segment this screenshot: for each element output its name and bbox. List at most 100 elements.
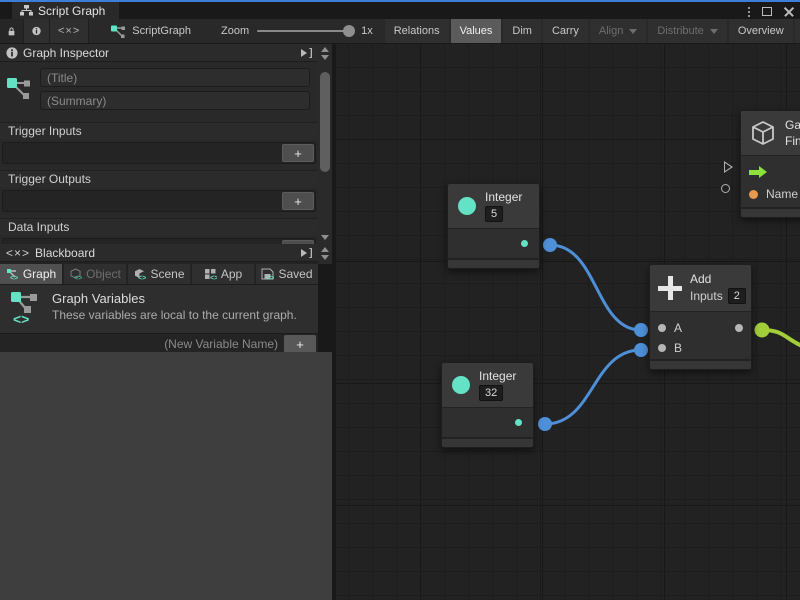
lock-icon bbox=[8, 25, 15, 38]
scrollbar-thumb[interactable] bbox=[320, 72, 330, 172]
scroll-down-icon[interactable] bbox=[321, 55, 329, 60]
distribute-dropdown[interactable]: Distribute bbox=[648, 19, 726, 43]
blackboard-empty-area bbox=[0, 352, 332, 600]
fullscreen-button[interactable]: Full Screen bbox=[795, 19, 800, 43]
unity-script-graph-window: Script Graph <×> bbox=[0, 0, 800, 600]
close-icon[interactable] bbox=[784, 7, 794, 17]
graph-canvas[interactable]: Integer 5 Integer 32 bbox=[336, 44, 800, 600]
lock-button[interactable] bbox=[0, 19, 24, 43]
summary-input[interactable]: (Summary) bbox=[40, 91, 310, 110]
add-variable-button[interactable]: + bbox=[284, 335, 316, 353]
window-tabbar: Script Graph bbox=[0, 2, 800, 19]
node-title: Integer bbox=[479, 369, 516, 383]
zoom-value: 1x bbox=[361, 25, 373, 37]
align-dropdown[interactable]: Align bbox=[590, 19, 646, 43]
new-variable-input[interactable]: (New Variable Name) bbox=[164, 337, 278, 351]
node-body: Name bbox=[741, 155, 800, 207]
chevron-down-icon bbox=[710, 29, 718, 34]
node-title: Integer bbox=[485, 190, 522, 204]
tab-object[interactable]: <> Object bbox=[64, 264, 126, 284]
trigger-input-arrow-icon[interactable] bbox=[749, 166, 769, 178]
integer-value-input[interactable]: 5 bbox=[485, 206, 503, 222]
object-tab-icon: <> bbox=[69, 268, 82, 280]
node-integer-5[interactable]: Integer 5 bbox=[447, 183, 540, 269]
trigger-outputs-label: Trigger Outputs bbox=[0, 170, 318, 187]
graph-tab-icon: <> bbox=[6, 268, 19, 280]
svg-text:<>: <> bbox=[10, 275, 18, 280]
graph-name-label: ScriptGraph bbox=[132, 25, 191, 37]
graph-hierarchy-icon bbox=[20, 5, 33, 16]
scroll-down-icon[interactable] bbox=[321, 255, 329, 260]
tab-app[interactable]: <> App bbox=[192, 264, 254, 284]
add-trigger-output-button[interactable]: + bbox=[282, 192, 314, 210]
node-footer bbox=[741, 207, 800, 217]
scroll-down-icon[interactable] bbox=[321, 235, 329, 240]
blackboard-panel: <×> Blackboard <> Graph <> Object bbox=[0, 244, 318, 354]
info-button[interactable] bbox=[24, 19, 50, 43]
wire-int32-to-add-b[interactable] bbox=[545, 350, 641, 424]
app-tab-icon: <> bbox=[204, 268, 217, 280]
inputs-count-input[interactable]: 2 bbox=[728, 288, 746, 304]
graph-variables-description: These variables are local to the current… bbox=[52, 308, 297, 322]
sidebar-panels: Graph Inspector (Title) (Summary) Trigge… bbox=[0, 44, 318, 600]
wire-endpoint bbox=[538, 417, 552, 431]
node-header: Game Object Find bbox=[741, 111, 800, 155]
overview-button[interactable]: Overview bbox=[729, 19, 793, 43]
tab-script-graph[interactable]: Script Graph bbox=[12, 2, 119, 19]
integer-value-input[interactable]: 32 bbox=[479, 385, 503, 401]
tab-graph[interactable]: <> Graph bbox=[0, 264, 62, 284]
info-icon bbox=[6, 47, 18, 59]
graph-variables-icon: <> bbox=[10, 291, 40, 325]
node-add[interactable]: Add Inputs 2 A B bbox=[649, 264, 752, 370]
wire-int5-to-add-a[interactable] bbox=[550, 245, 641, 330]
zoom-slider[interactable] bbox=[257, 30, 353, 32]
scroll-up-icon[interactable] bbox=[321, 47, 329, 52]
title-input[interactable]: (Title) bbox=[40, 68, 310, 87]
tab-saved[interactable]: <> Saved bbox=[256, 264, 318, 284]
tab-scene[interactable]: <> Scene bbox=[128, 264, 190, 284]
input-port-b[interactable] bbox=[658, 344, 666, 352]
port-name-label: Name bbox=[766, 187, 798, 201]
svg-text:<>: <> bbox=[13, 311, 29, 325]
output-port[interactable] bbox=[515, 419, 522, 426]
relations-button[interactable]: Relations bbox=[385, 19, 449, 43]
dim-button[interactable]: Dim bbox=[503, 19, 541, 43]
data-port-outline-icon[interactable] bbox=[721, 184, 730, 193]
node-gameobject-find[interactable]: Game Object Find Name bbox=[740, 110, 800, 218]
trigger-port-outline-icon[interactable] bbox=[724, 161, 733, 173]
zoom-slider-handle[interactable] bbox=[343, 25, 355, 37]
popout-icon[interactable] bbox=[300, 248, 312, 258]
blackboard-scrollbar[interactable] bbox=[318, 244, 332, 264]
integer-type-icon bbox=[458, 197, 476, 215]
name-input-port[interactable] bbox=[749, 190, 758, 199]
trigger-inputs-list: + bbox=[2, 142, 316, 164]
carry-button[interactable]: Carry bbox=[543, 19, 588, 43]
graph-variables-title: Graph Variables bbox=[52, 291, 297, 306]
trigger-outputs-list: + bbox=[2, 190, 316, 212]
info-icon bbox=[32, 24, 41, 38]
svg-text:<>: <> bbox=[138, 275, 146, 280]
scroll-up-icon[interactable] bbox=[321, 247, 329, 252]
code-icon: <×> bbox=[6, 246, 30, 260]
wire-endpoint bbox=[543, 238, 557, 252]
node-header: Add Inputs 2 bbox=[650, 265, 751, 311]
graph-name: ScriptGraph bbox=[101, 19, 201, 43]
node-title: Game Object bbox=[785, 118, 800, 132]
popout-icon[interactable] bbox=[300, 48, 312, 58]
input-port-a[interactable] bbox=[658, 324, 666, 332]
port-b-label: B bbox=[674, 341, 682, 355]
node-integer-32[interactable]: Integer 32 bbox=[441, 362, 534, 448]
values-button[interactable]: Values bbox=[451, 19, 502, 43]
window-menu-icon[interactable] bbox=[748, 7, 750, 17]
gameobject-cube-icon bbox=[749, 119, 777, 147]
maximize-icon[interactable] bbox=[762, 7, 772, 16]
code-view-button[interactable]: <×> bbox=[50, 19, 89, 43]
chevron-down-icon bbox=[629, 29, 637, 34]
wire-endpoint bbox=[634, 343, 648, 357]
zoom-label: Zoom bbox=[221, 25, 249, 37]
add-trigger-input-button[interactable]: + bbox=[282, 144, 314, 162]
svg-text:<>: <> bbox=[210, 275, 217, 280]
output-port[interactable] bbox=[521, 240, 528, 247]
inspector-scrollbar[interactable] bbox=[318, 44, 332, 244]
output-port[interactable] bbox=[735, 324, 743, 332]
